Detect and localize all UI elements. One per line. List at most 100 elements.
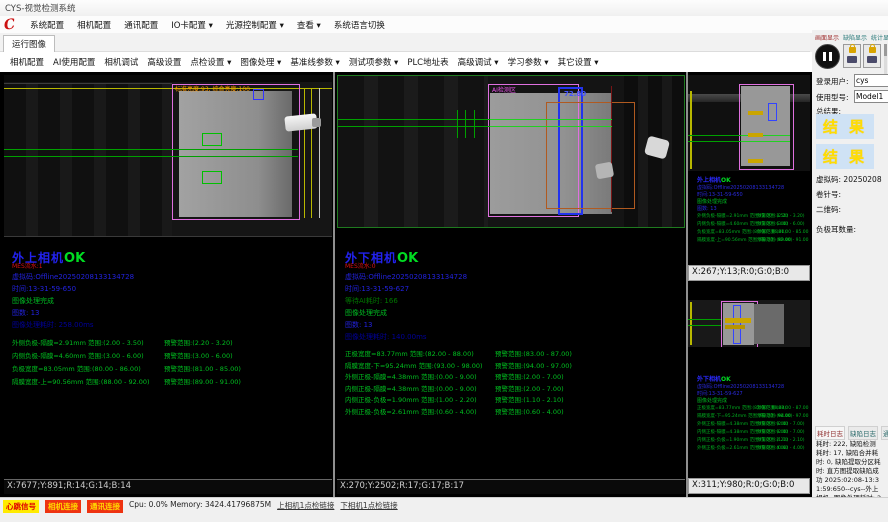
panel-tab-stats[interactable]: 统计显示 (871, 33, 888, 42)
ai-time-line: 等待AI耗时: 166 (345, 295, 683, 307)
toolbar: 相机配置 AI使用配置 相机调试 高级设置 点检设置 ▾ 图像处理 ▾ 基准线参… (0, 52, 820, 72)
roi-box-magenta (172, 84, 300, 220)
scrollbar-thumb[interactable] (884, 44, 887, 56)
login-row: 登录用户: (816, 76, 886, 87)
log-tab-comm[interactable]: 通讯日志 (881, 426, 888, 440)
overlay-text-lower: 外下相机OK MES流水:0 虚拟码:Offline20250208133134… (345, 251, 683, 418)
lock-icon (849, 47, 856, 53)
measure-value: 外侧负极-隔膜=2.91mm 范围:(2.00 - 3.50) (12, 337, 164, 350)
blue-measure-label: 72.80 (564, 90, 586, 98)
measure-value: 隔膜宽度-下=95.24mm 范围:(93.00 - 98.00) (345, 361, 495, 373)
measure-value: 内侧正极-隔膜=4.38mm 范围:(0.00 - 9.00) (345, 384, 495, 396)
main-area: 标准亮度:93, 综合亮度:100 外上相机OK MES流水:1 虚拟码:Off… (0, 72, 888, 497)
camera-view-lower: AI检测区 72.80 外下相机OK MES流水:0 虚拟码:Offline20… (337, 75, 685, 494)
warn-range: 预警范围:(2.00 - 7.00) (757, 422, 805, 427)
yellow-edge-bar (690, 91, 692, 169)
camera-lock-button-upper[interactable] (843, 44, 861, 68)
menu-item-view[interactable]: 查看 ▾ (297, 19, 321, 31)
measure-line-green (338, 126, 490, 127)
process-done: 图像处理完成 (697, 199, 809, 206)
camera-lock-button-lower[interactable] (863, 44, 881, 68)
panel-scrollbar[interactable] (884, 44, 887, 78)
toolbar-item-camera-debug[interactable]: 相机调试 (104, 56, 138, 68)
callout-label (748, 133, 763, 137)
measure-value: 外侧负极-隔膜=2.91mm 范围:(2.00 - 3.50) (697, 213, 757, 221)
detect-box-green (202, 171, 222, 184)
view-separator (333, 72, 335, 497)
toolbar-item-baseline[interactable]: 基准线参数 ▾ (290, 56, 339, 68)
menu-item-system-config[interactable]: 系统配置 (30, 19, 64, 31)
pause-icon (823, 52, 826, 61)
status-ok: OK (64, 251, 85, 266)
time-line: 时间:13-31-59-650 (12, 283, 330, 295)
toolbar-item-camera-config[interactable]: 相机配置 (10, 56, 44, 68)
toolbar-item-spotcheck[interactable]: 点检设置 ▾ (190, 56, 231, 68)
toolbar-item-other-settings[interactable]: 其它设置 ▾ (558, 56, 599, 68)
measurement-row: 内侧正极-隔膜=4.38mm 范围:(0.00 - 9.00)预警范围:(2.0… (697, 429, 809, 437)
pixel-coords-upper: X:7677;Y:891;R:14;G:14;B:14 (4, 479, 332, 494)
barcode-line: 虚拟码:Offline20250208133134728 (345, 271, 683, 283)
time-line: 时间:13-31-59-627 (697, 391, 809, 398)
toolbar-item-plc-table[interactable]: PLC地址表 (407, 56, 448, 68)
measure-tick-green (457, 110, 458, 138)
overlay-text-upper: 外上相机OK MES流水:1 虚拟码:Offline20250208133134… (12, 251, 330, 389)
upper-camera-check-link[interactable]: 上相机1点检链接 (277, 500, 334, 511)
menu-item-comm-config[interactable]: 通讯配置 (124, 19, 158, 31)
menu-item-language-switch[interactable]: 系统语言切换 (334, 19, 385, 31)
log-tab-defect[interactable]: 缺陷日志 (848, 426, 878, 440)
measure-line-green (688, 135, 741, 136)
menu-item-io-config[interactable]: IO卡配置 ▾ (171, 19, 213, 31)
pixel-coords-mini-upper: X:267;Y:13;R:0;G:0;B:0 (688, 265, 810, 281)
measurement-row: 正极宽度=83.77mm 范围:(82.00 - 88.00)预警范围:(83.… (697, 405, 809, 413)
image-shade (4, 75, 332, 82)
toolbar-item-adv-debug[interactable]: 高级调试 ▾ (458, 56, 499, 68)
measurement-row: 内侧负极-隔膜=4.60mm 范围:(3.00 - 6.00)预警范围:(3.0… (697, 221, 809, 229)
measurement-row: 外侧负极-隔膜=2.91mm 范围:(2.00 - 3.50)预警范围:(2.2… (697, 213, 809, 221)
measurement-row: 外侧负极-隔膜=2.91mm 范围:(2.00 - 3.50)预警范围:(2.2… (12, 337, 330, 350)
model-field[interactable] (854, 90, 888, 103)
log-tab-elapsed[interactable]: 耗时日志 (815, 426, 845, 440)
camera-image-upper[interactable]: 标准亮度:93, 综合亮度:100 (4, 75, 332, 237)
status-ok: OK (721, 376, 731, 383)
frame-count: 图数: 13 (12, 307, 330, 319)
warn-range: 预警范围:(2.00 - 7.00) (495, 372, 564, 384)
measurement-row: 外侧正极-负极=2.61mm 范围:(0.60 - 4.00)预警范围:(0.6… (345, 407, 683, 419)
measure-value: 外侧正极-负极=2.61mm 范围:(0.60 - 4.00) (345, 407, 495, 419)
roi-box-magenta (739, 84, 794, 170)
camera-icon (867, 56, 877, 63)
anode-tab-count-label: 负极耳数量: (816, 224, 886, 235)
measurement-list: 正极宽度=83.77mm 范围:(82.00 - 88.00)预警范围:(83.… (345, 349, 683, 418)
measure-value: 内侧正极-隔膜=4.38mm 范围:(0.00 - 9.00) (697, 429, 757, 437)
camera-image-lower[interactable]: AI检测区 72.80 (337, 75, 685, 228)
toolbar-item-ai-usage[interactable]: AI使用配置 (53, 56, 95, 68)
menu-item-camera-config[interactable]: 相机配置 (77, 19, 111, 31)
measure-line-green (490, 119, 612, 120)
measurement-row: 外侧正极-隔膜=4.38mm 范围:(0.00 - 9.00)预警范围:(2.0… (697, 421, 809, 429)
camera-name: 外下相机 (697, 376, 721, 383)
callout-label (725, 318, 751, 323)
process-done: 图像处理完成 (12, 295, 330, 307)
mini-overlay-text: 外下相机OK 虚拟码:Offline20250208133134728 时间:1… (697, 376, 809, 453)
warn-range: 预警范围:(94.00 - 97.00) (495, 361, 572, 373)
toolbar-item-advanced[interactable]: 高级设置 (147, 56, 181, 68)
measure-value: 正极宽度=83.77mm 范围:(82.00 - 88.00) (697, 405, 757, 413)
measurement-row: 外侧正极-隔膜=4.38mm 范围:(0.00 - 9.00)预警范围:(2.0… (345, 372, 683, 384)
measure-line-green (741, 141, 790, 142)
menu-item-light-config[interactable]: 光源控制配置 ▾ (226, 19, 284, 31)
barcode-line: 虚拟码:Offline20250208133134728 (697, 384, 809, 391)
tab-run-image[interactable]: 运行图像 (3, 35, 55, 53)
camera-icon (847, 56, 857, 63)
toolbar-item-image-process[interactable]: 图像处理 ▾ (240, 56, 281, 68)
toolbar-item-learn-params[interactable]: 学习参数 ▾ (508, 56, 549, 68)
panel-tab-display[interactable]: 画面显示 (815, 33, 839, 42)
login-user-field[interactable] (854, 74, 888, 87)
measure-line-green (688, 325, 721, 326)
toolbar-item-test-params[interactable]: 测试项参数 ▾ (349, 56, 398, 68)
mini-image-lower[interactable] (688, 300, 810, 347)
mini-image-upper[interactable] (688, 75, 810, 171)
lower-camera-check-link[interactable]: 下相机1点检链接 (340, 500, 397, 511)
edge-line (4, 83, 172, 84)
panel-tab-defect[interactable]: 缺陷显示 (843, 33, 867, 42)
warn-range: 预警范围:(0.60 - 4.00) (495, 407, 564, 419)
pause-button[interactable] (815, 44, 840, 69)
